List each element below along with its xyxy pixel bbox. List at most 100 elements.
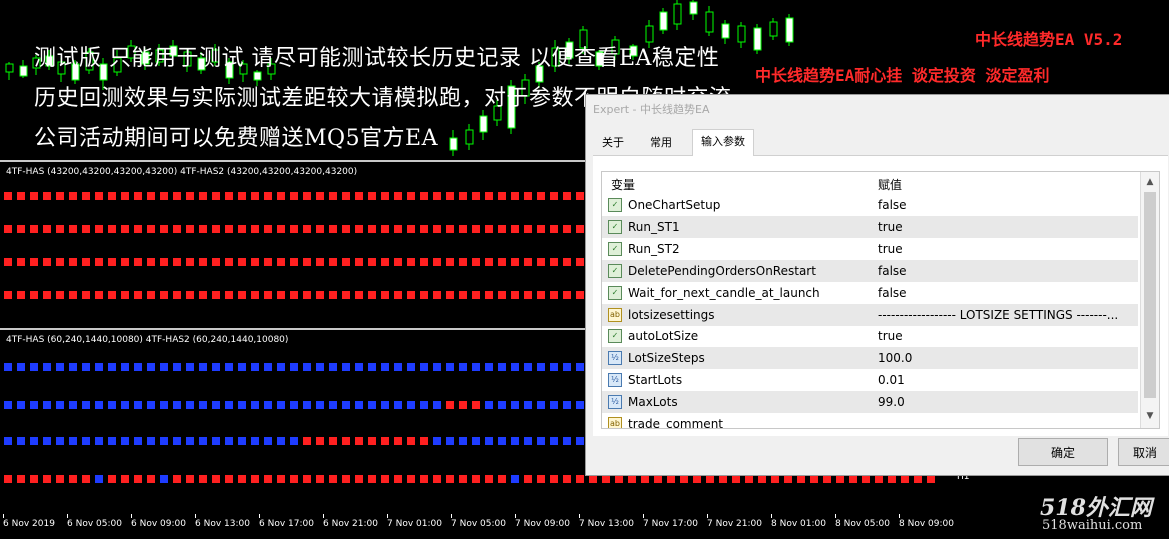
indicator-dot <box>290 437 298 445</box>
indicator-dot <box>693 475 701 483</box>
indicator-dot <box>160 475 168 483</box>
param-value[interactable]: true <box>878 242 903 256</box>
indicator-dot <box>615 475 623 483</box>
indicator-dot <box>303 363 311 371</box>
param-row[interactable]: ½ MaxLots 99.0 <box>602 391 1138 414</box>
indicator-dot <box>303 258 311 266</box>
scroll-up-icon[interactable]: ▲ <box>1141 174 1159 190</box>
string-param-icon: ab <box>608 417 622 428</box>
axis-tick-mark <box>899 514 900 518</box>
indicator-dot <box>459 192 467 200</box>
indicator-dot <box>186 258 194 266</box>
param-row[interactable]: ✓ Wait_for_next_candle_at_launch false <box>602 282 1138 304</box>
indicator-dot <box>4 363 12 371</box>
tab-inputs[interactable]: 输入参数 <box>692 129 754 156</box>
param-row[interactable]: ½ StartLots 0.01 <box>602 369 1138 391</box>
indicator-dot <box>537 258 545 266</box>
column-header-variable[interactable]: 变量 <box>611 176 635 193</box>
indicator-dot <box>173 475 181 483</box>
param-value[interactable]: 100.0 <box>878 351 912 365</box>
indicator-dot <box>342 225 350 233</box>
indicator-dot <box>147 475 155 483</box>
scroll-down-icon[interactable]: ▼ <box>1141 408 1159 424</box>
grid-scrollbar[interactable]: ▲ ▼ <box>1140 172 1159 428</box>
indicator-dot <box>251 475 259 483</box>
indicator-dot <box>4 258 12 266</box>
param-row[interactable]: ✓ DeletePendingOrdersOnRestart false <box>602 259 1138 282</box>
param-value[interactable]: true <box>878 220 903 234</box>
indicator-dot <box>251 192 259 200</box>
indicator-dot <box>212 475 220 483</box>
param-name: Run_ST1 <box>628 219 680 234</box>
expert-properties-dialog[interactable]: Expert - 中长线趋势EA 关于 常用 输入参数 变量 赋值 ✓ OneCh… <box>585 94 1169 476</box>
candle <box>705 6 714 36</box>
indicator-dot <box>459 291 467 299</box>
indicator-dot <box>849 475 857 483</box>
param-name: DeletePendingOrdersOnRestart <box>628 263 816 278</box>
indicator-dot <box>563 401 571 409</box>
indicator-dot <box>56 192 64 200</box>
indicator-dot <box>277 258 285 266</box>
param-value[interactable]: false <box>878 286 907 300</box>
indicator-dot <box>277 437 285 445</box>
indicator-dot <box>303 475 311 483</box>
indicator-dot <box>56 437 64 445</box>
column-header-value[interactable]: 赋值 <box>878 176 902 193</box>
indicator-dot <box>316 291 324 299</box>
indicator-dot <box>121 475 129 483</box>
indicator-dot <box>394 401 402 409</box>
bool-param-icon: ✓ <box>608 241 622 256</box>
axis-tick-mark <box>451 514 452 518</box>
indicator-dot <box>420 401 428 409</box>
indicator-dot <box>30 258 38 266</box>
indicator-dot <box>368 401 376 409</box>
indicator-dot <box>459 475 467 483</box>
param-value[interactable]: false <box>878 264 907 278</box>
scroll-thumb[interactable] <box>1144 192 1156 398</box>
indicator-dot <box>56 363 64 371</box>
indicator-dot <box>498 401 506 409</box>
param-row[interactable]: ✓ autoLotSize true <box>602 325 1138 347</box>
tab-common[interactable]: 常用 <box>642 131 680 154</box>
indicator-dot <box>576 475 584 483</box>
param-value[interactable]: 0.01 <box>878 373 905 387</box>
tab-about[interactable]: 关于 <box>594 131 632 154</box>
indicator-dot <box>537 363 545 371</box>
indicator-dot <box>368 192 376 200</box>
param-row[interactable]: ab lotsizesettings ------------------ LOTS… <box>602 303 1138 326</box>
input-parameters-grid[interactable]: 变量 赋值 ✓ OneChartSetup false ✓ Run_ST1 true ✓ Ru… <box>601 171 1160 429</box>
ok-button[interactable]: 确定 <box>1018 438 1108 466</box>
param-row[interactable]: ✓ OneChartSetup false <box>602 194 1138 216</box>
param-row[interactable]: ✓ Run_ST2 true <box>602 238 1138 260</box>
indicator-dot <box>69 258 77 266</box>
param-row[interactable]: ✓ Run_ST1 true <box>602 215 1138 238</box>
param-value[interactable]: 99.0 <box>878 395 905 409</box>
param-value[interactable]: true <box>878 329 903 343</box>
indicator-dot <box>17 225 25 233</box>
indicator-dot <box>576 437 584 445</box>
indicator-dot <box>368 258 376 266</box>
indicator-dot <box>277 291 285 299</box>
indicator-dot <box>121 401 129 409</box>
indicator-dot <box>147 291 155 299</box>
indicator-dot <box>524 192 532 200</box>
indicator-dot <box>472 475 480 483</box>
indicator-dot <box>433 363 441 371</box>
indicator-dot <box>433 225 441 233</box>
indicator-dot <box>134 437 142 445</box>
cancel-button[interactable]: 取消 <box>1118 438 1169 466</box>
indicator-dot <box>160 192 168 200</box>
indicator-dot <box>225 291 233 299</box>
indicator-dot <box>17 437 25 445</box>
indicator-dot <box>472 225 480 233</box>
indicator-dot <box>524 475 532 483</box>
indicator-dot <box>4 192 12 200</box>
param-value[interactable]: ------------------ LOTSIZE SETTINGS ----… <box>878 308 1118 322</box>
indicator-dot <box>147 437 155 445</box>
param-row[interactable]: ½ LotSizeSteps 100.0 <box>602 347 1138 370</box>
indicator-dot <box>485 258 493 266</box>
indicator-dot <box>4 437 12 445</box>
param-row[interactable]: ab trade_comment <box>602 413 1138 428</box>
indicator-dot <box>524 363 532 371</box>
param-value[interactable]: false <box>878 198 907 212</box>
